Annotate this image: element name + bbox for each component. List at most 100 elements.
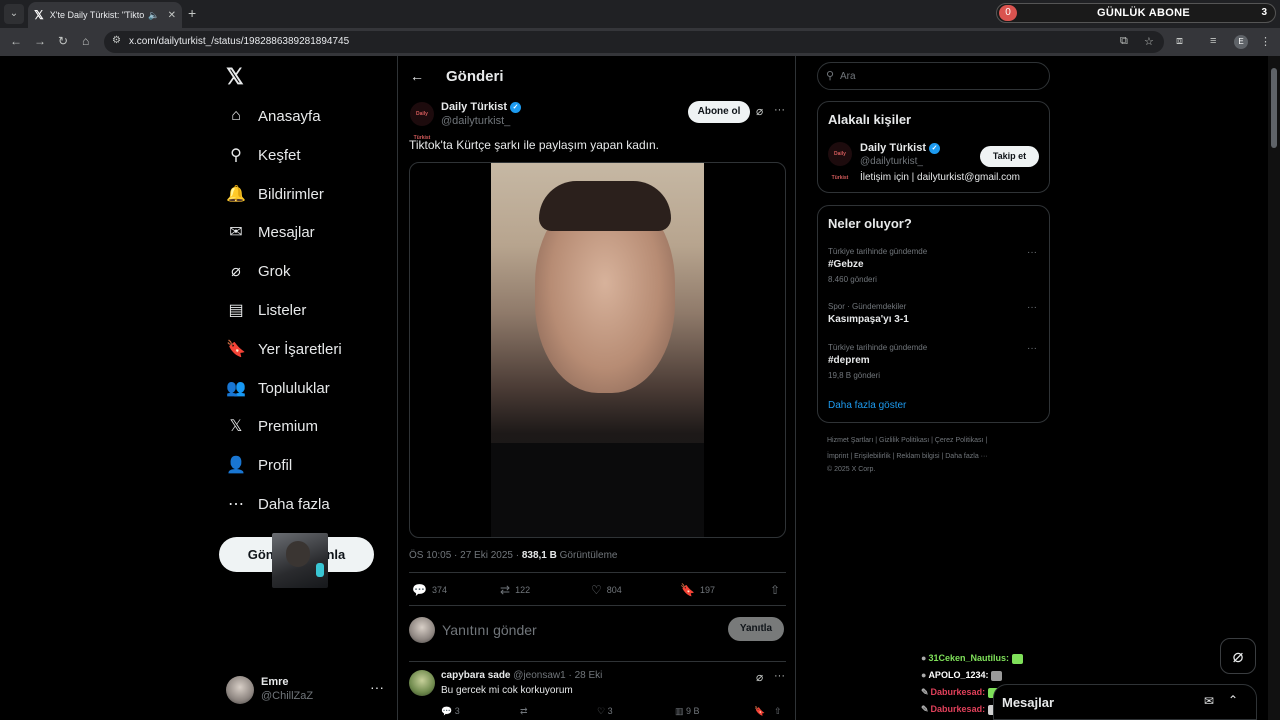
view-count: 838,1 B <box>521 550 557 561</box>
reply-action[interactable]: 💬 374 <box>412 583 447 597</box>
chat-username: Daburkesad: <box>930 704 986 714</box>
subscriber-goal-overlay: 0 GÜNLÜK ABONE 3 <box>996 3 1276 23</box>
close-tab-icon[interactable]: ✕ <box>168 10 176 21</box>
more-icon[interactable]: ··· <box>370 679 384 695</box>
x-favicon-icon: 𝕏 <box>34 8 44 22</box>
nav-messages[interactable]: ✉ Mesajlar <box>226 217 315 247</box>
chat-message: ✎ Daburkesad: <box>921 687 1000 698</box>
comment-like-action[interactable]: ♡ 3 <box>597 706 613 717</box>
messages-drawer-title: Mesajlar <box>1002 695 1055 710</box>
avatar <box>226 676 254 704</box>
x-logo-icon[interactable]: 𝕏 <box>226 64 244 90</box>
address-bar[interactable]: ⚙ x.com/dailyturkist_/status/19828863892… <box>104 31 1164 53</box>
media-controls-icon[interactable]: ≡ <box>1210 35 1216 47</box>
back-arrow-icon[interactable]: ← <box>410 68 424 84</box>
speaker-icon[interactable]: 🔈 <box>148 10 159 21</box>
tweet-time[interactable]: ÖS 10:05 · 27 Eki 2025 · <box>409 550 522 561</box>
url-text[interactable]: x.com/dailyturkist_/status/1982886389281… <box>129 36 349 47</box>
repost-action[interactable]: ⇄ 122 <box>500 583 530 597</box>
commenter-avatar[interactable] <box>409 670 435 696</box>
nav-lists[interactable]: ▤ Listeler <box>226 295 306 325</box>
new-message-icon[interactable]: ✉ <box>1204 694 1214 708</box>
video-frame[interactable] <box>491 163 704 537</box>
nav-explore[interactable]: ⚲ Keşfet <box>226 140 300 170</box>
reply-count: 374 <box>431 585 447 595</box>
nav-home[interactable]: ⌂ Anasayfa <box>226 101 320 131</box>
comment-views[interactable]: ▥ 9 B <box>675 706 700 717</box>
nav-grok[interactable]: ⌀ Grok <box>226 256 290 286</box>
browser-tab[interactable]: 𝕏 X'te Daily Türkist: "Tiktok'ta 🔈 ✕ <box>28 2 182 28</box>
scrollbar-thumb[interactable] <box>1271 68 1277 148</box>
reply-input[interactable]: Yanıtını gönder <box>442 622 537 638</box>
avatar <box>409 617 435 643</box>
trends-title: Neler oluyor? <box>828 216 912 231</box>
author-avatar[interactable]: Daily Türkist <box>410 102 434 141</box>
comment-share-icon[interactable]: ⇧ <box>774 706 782 717</box>
commenter-name[interactable]: capybara sade <box>441 670 511 681</box>
bookmark-star-icon[interactable]: ☆ <box>1144 35 1154 48</box>
grok-floating-button[interactable]: ⌀ <box>1220 638 1256 674</box>
comment-bookmark-icon[interactable]: 🔖 <box>754 706 765 717</box>
related-avatar[interactable]: Daily Türkist <box>828 142 852 181</box>
author-name[interactable]: Daily Türkist ✓ <box>441 101 522 113</box>
reply-button[interactable]: Yanıtla <box>728 617 784 641</box>
show-more-link[interactable]: Daha fazla göster <box>828 400 906 411</box>
messages-drawer[interactable]: Mesajlar ✉ ⌃ <box>993 684 1257 720</box>
author-handle[interactable]: @dailyturkist_ <box>441 115 510 127</box>
site-info-icon[interactable]: ⚙ <box>112 35 121 46</box>
extensions-icon[interactable]: ⧈ <box>1176 35 1183 48</box>
comment-reply-action[interactable]: 💬 3 <box>441 706 460 717</box>
browser-menu-icon[interactable]: ⋮ <box>1260 35 1271 48</box>
reload-icon[interactable]: ↻ <box>58 34 68 48</box>
chat-badge-icon: ● <box>921 670 927 680</box>
trends-card: Neler oluyor? Türkiye tarihinde gündemde… <box>817 205 1050 423</box>
tweet-video[interactable] <box>409 162 786 538</box>
more-icon[interactable]: ··· <box>774 670 785 682</box>
nav-communities[interactable]: 👥 Topluluklar <box>226 373 330 403</box>
search-input[interactable]: ⚲ Ara <box>817 62 1050 90</box>
footer-links[interactable]: İmprint | Erişilebilirlik | Reklam bilgi… <box>827 453 988 460</box>
install-app-icon[interactable]: ⧉ <box>1120 35 1128 48</box>
grok-icon[interactable]: ⌀ <box>756 670 763 684</box>
more-icon[interactable]: ··· <box>1027 302 1037 313</box>
follow-button[interactable]: Takip et <box>980 146 1039 167</box>
tab-search-button[interactable]: ⌄ <box>4 4 24 24</box>
home-icon: ⌂ <box>231 107 241 124</box>
share-action[interactable]: ⇧ <box>770 583 785 597</box>
nav-label: Mesajlar <box>258 223 315 241</box>
footer-links[interactable]: Hizmet Şartları | Gizlilik Politikası | … <box>827 437 987 444</box>
nav-bookmarks[interactable]: 🔖 Yer İşaretleri <box>226 334 342 364</box>
expand-chevron-icon[interactable]: ⌃ <box>1228 693 1238 707</box>
forward-arrow-icon[interactable]: → <box>34 34 46 48</box>
nav-notifications[interactable]: 🔔 Bildirimler <box>226 179 324 209</box>
bookmark-action[interactable]: 🔖 197 <box>680 583 715 597</box>
nav-premium[interactable]: 𝕏 Premium <box>226 411 318 441</box>
related-handle[interactable]: @dailyturkist_ <box>860 156 923 167</box>
chat-badge-icon: ✎ <box>921 687 929 697</box>
related-name[interactable]: Daily Türkist ✓ <box>860 142 941 154</box>
account-handle: @ChillZaZ <box>261 690 314 702</box>
back-arrow-icon[interactable]: ← <box>10 34 22 48</box>
profile-avatar[interactable]: E <box>1234 35 1248 49</box>
comment-repost-action[interactable]: ⇄ <box>520 706 528 717</box>
nav-label: Yer İşaretleri <box>258 340 342 358</box>
goal-label: GÜNLÜK ABONE <box>1097 7 1191 19</box>
new-tab-icon[interactable]: + <box>188 5 196 21</box>
nav-more[interactable]: ⋯ Daha fazla <box>226 489 330 519</box>
envelope-icon: ✉ <box>229 224 243 241</box>
more-icon[interactable]: ··· <box>774 104 785 116</box>
account-switcher[interactable]: Emre @ChillZaZ ··· <box>226 674 386 706</box>
nav-profile[interactable]: 👤 Profil <box>226 450 292 480</box>
more-icon[interactable]: ··· <box>1027 247 1037 258</box>
grok-icon: ⌀ <box>231 263 241 280</box>
subscribe-button[interactable]: Abone ol <box>688 101 750 123</box>
grok-icon[interactable]: ⌀ <box>756 104 763 118</box>
like-count: 804 <box>606 585 622 595</box>
like-action[interactable]: ♡ 804 <box>591 583 622 597</box>
comment-view-count: 9 B <box>686 706 700 716</box>
home-icon[interactable]: ⌂ <box>82 34 89 48</box>
scrollbar[interactable] <box>1268 56 1280 720</box>
nav-label: Topluluklar <box>258 379 330 397</box>
chat-badge-icon: ✎ <box>921 704 929 714</box>
more-icon[interactable]: ··· <box>1027 343 1037 354</box>
